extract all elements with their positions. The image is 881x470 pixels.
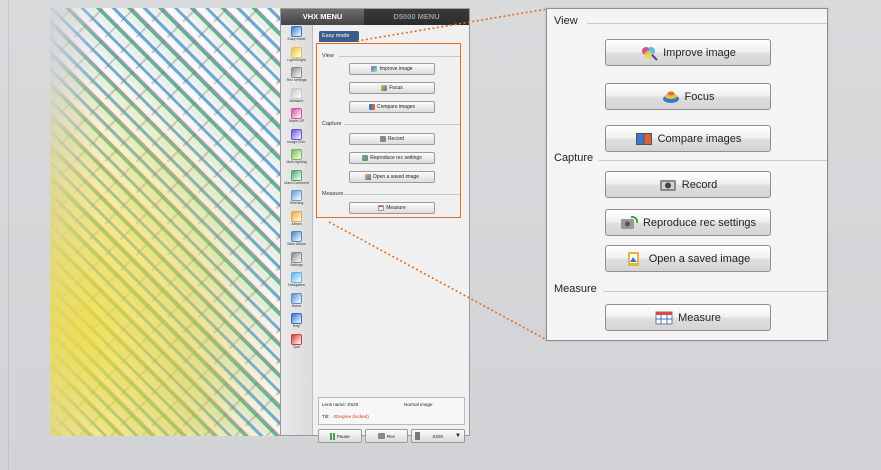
sidebar-item-album[interactable]: Album — [281, 210, 312, 231]
status-tilt-row: Tilt: 0Degree (locked) — [322, 414, 461, 419]
zoom-view-label: View — [554, 15, 578, 27]
sidebar-item-label: Settings — [290, 262, 303, 267]
reproduce-settings-icon — [620, 215, 639, 231]
outer-frame — [8, 0, 9, 470]
sidebar-item-label: Navigation — [288, 283, 305, 287]
album-icon — [291, 210, 302, 222]
microscope-live-image — [50, 8, 282, 436]
sidebar-item-image-enh-[interactable]: Image Enh. — [281, 128, 312, 149]
sidebar-item-label: Multi-lighting — [286, 160, 307, 164]
zoom-measure-button[interactable]: Measure — [605, 304, 771, 331]
folder-image-icon — [626, 251, 644, 267]
sidebar-item-label: Rec settings — [286, 78, 307, 82]
lighting-icon — [291, 149, 302, 160]
sidebar-item-label: Depth UP — [288, 119, 305, 123]
home-icon — [291, 292, 302, 304]
image-enhance-icon — [291, 128, 302, 140]
power-icon — [291, 333, 302, 345]
stitch-icon — [291, 190, 302, 201]
bottom-bar: Pause Rec X200 ▼ — [318, 429, 465, 443]
zoom-reproduce-rec-settings-button[interactable]: Reproduce rec settings — [605, 209, 771, 236]
sidebar-item-depth-up[interactable]: Depth UP — [281, 107, 312, 128]
compare-images-icon — [635, 131, 653, 147]
highlight-box — [316, 43, 461, 218]
tools-icon — [291, 251, 302, 263]
sidebar-item-marc-comment[interactable]: Marc/Comment — [281, 169, 312, 190]
sidebar-item-stitching[interactable]: Stitching — [281, 189, 312, 210]
depth-icon — [291, 108, 302, 119]
sidebar-item-label: Home — [291, 303, 302, 308]
zoom-focus-button[interactable]: Focus — [605, 83, 771, 110]
record-settings-icon — [291, 67, 302, 78]
sidebar-item-label: Album — [291, 221, 302, 226]
sidebar-item-label: Help — [292, 324, 301, 328]
pause-button[interactable]: Pause — [318, 429, 362, 443]
sidebar: Easy mode Light/Bright Rec settings Measure… — [281, 25, 313, 435]
tab-d5000-menu[interactable]: D5000 MENU — [364, 9, 469, 25]
zoom-select[interactable]: X200 ▼ — [411, 429, 465, 443]
tilt-label: Tilt: — [322, 414, 330, 419]
focus-icon — [662, 89, 680, 105]
sidebar-item-label: Quit — [293, 344, 300, 349]
camera-icon — [659, 177, 677, 193]
easy-mode-tab[interactable]: Easy mode — [319, 31, 359, 42]
comment-icon — [291, 169, 302, 181]
zoom-capture-divider — [599, 160, 827, 161]
rec-button[interactable]: Rec — [364, 429, 409, 443]
zoom-measure-label: Measure — [554, 283, 597, 295]
measure-grid-icon — [655, 310, 673, 326]
zoom-improve-image-button[interactable]: Improve image — [605, 39, 771, 66]
sidebar-item-label: Measure — [289, 98, 304, 103]
sidebar-item-settings[interactable]: Settings — [281, 251, 312, 272]
panel-tabs: VHX MENU D5000 MENU — [281, 9, 469, 25]
pause-icon — [329, 432, 335, 440]
zoomed-callout: View Improve image Focus Compare images … — [546, 8, 828, 341]
tab-vhx-menu[interactable]: VHX MENU — [281, 9, 365, 25]
lens-icon — [415, 432, 421, 440]
zoom-record-button[interactable]: Record — [605, 171, 771, 198]
lens-name: Lens name: ZS20 — [322, 402, 359, 407]
sidebar-item-label: Easy mode — [287, 37, 306, 41]
sidebar-item-easy-mode[interactable]: Easy mode — [281, 25, 312, 46]
image-mode: Normal image — [404, 402, 433, 407]
zoom-measure-divider — [603, 291, 827, 292]
sidebar-item-label: Image Enh. — [287, 139, 306, 144]
sidebar-item-quit[interactable]: Quit — [281, 333, 312, 354]
sidebar-item-label: Sites Album — [287, 242, 306, 246]
zoom-open-saved-image-button[interactable]: Open a saved image — [605, 245, 771, 272]
sidebar-item-light-bright[interactable]: Light/Bright — [281, 46, 312, 67]
zoom-capture-label: Capture — [554, 152, 594, 164]
wand-icon — [291, 26, 302, 37]
bulb-icon — [291, 46, 302, 58]
zoom-compare-images-button[interactable]: Compare images — [605, 125, 771, 152]
sidebar-item-home[interactable]: Home — [281, 292, 312, 313]
sidebar-item-sites-album[interactable]: Sites Album — [281, 230, 312, 251]
status-lens-row: Lens name: ZS20 Normal image — [322, 402, 461, 407]
help-icon — [291, 313, 302, 324]
sidebar-item-multi-lighting[interactable]: Multi-lighting — [281, 148, 312, 169]
status-box: Lens name: ZS20 Normal image Tilt: 0Degr… — [318, 397, 465, 425]
tilt-value: 0Degree (locked) — [333, 414, 369, 419]
improve-image-icon — [640, 45, 658, 61]
sidebar-item-label: Marc/Comment — [284, 180, 309, 185]
zoom-view-divider — [587, 23, 827, 24]
camera-icon — [377, 433, 385, 439]
sidebar-item-navigation[interactable]: Navigation — [281, 271, 312, 292]
sidebar-item-help[interactable]: Help — [281, 312, 312, 333]
ruler-icon — [291, 87, 302, 99]
chevron-down-icon: ▼ — [455, 433, 461, 439]
sidebar-item-label: Stitching — [289, 201, 304, 205]
sites-album-icon — [291, 231, 302, 242]
sidebar-item-label: Light/Bright — [287, 57, 306, 62]
navigation-icon — [291, 272, 302, 283]
sidebar-item-measure[interactable]: Measure — [281, 87, 312, 108]
sidebar-item-rec-settings[interactable]: Rec settings — [281, 66, 312, 87]
